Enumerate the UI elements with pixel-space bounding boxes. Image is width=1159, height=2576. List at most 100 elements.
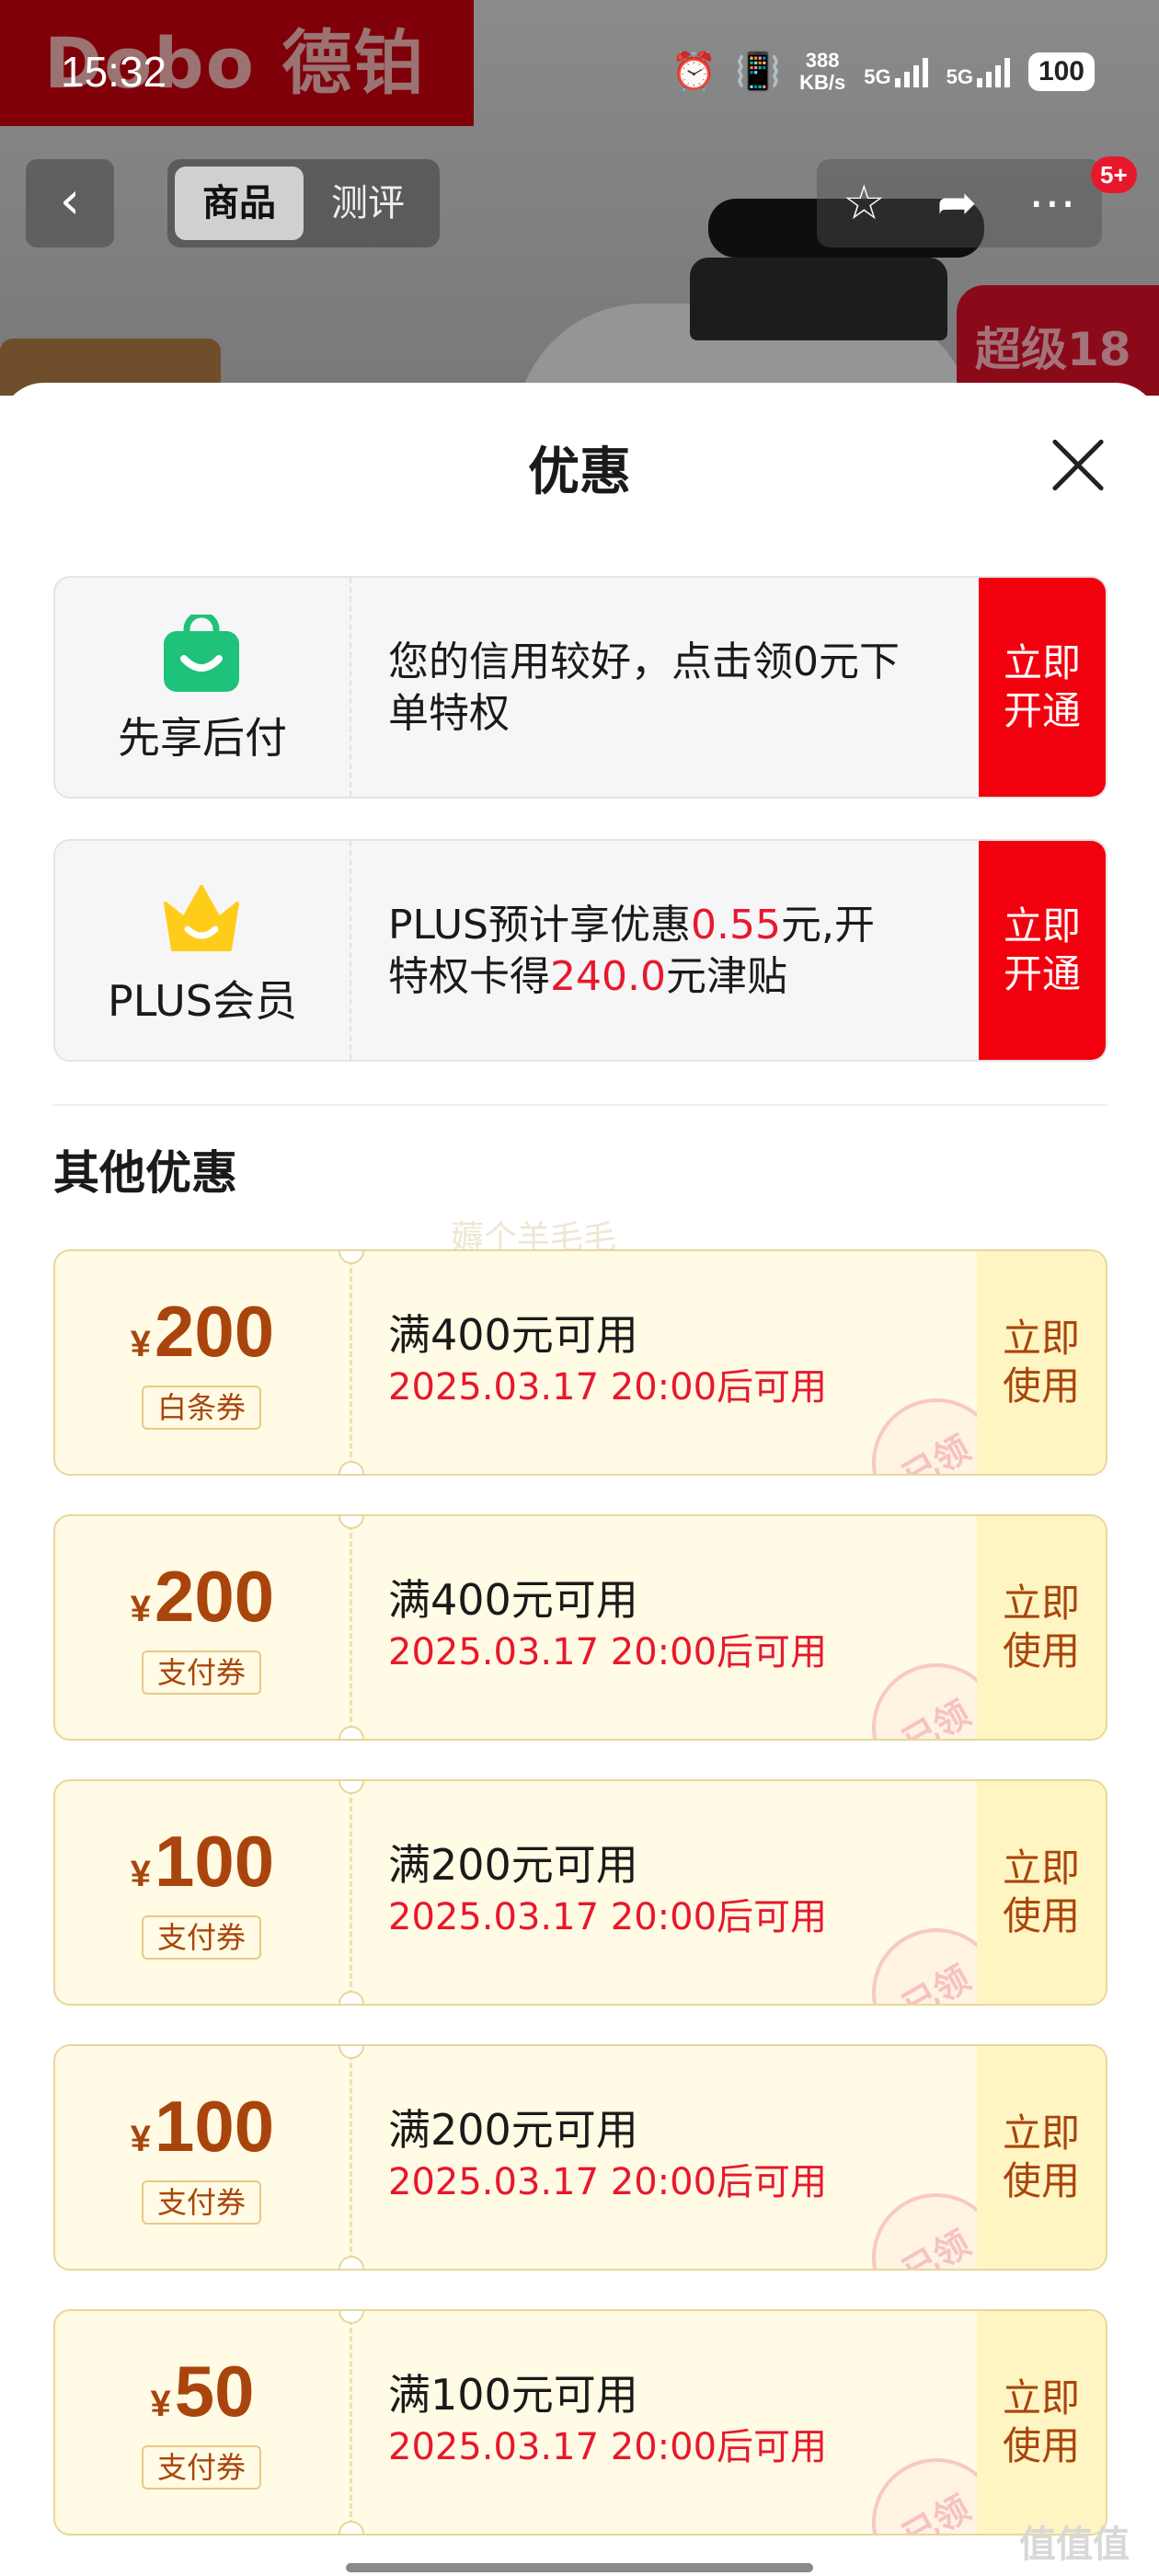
coupon-value: 50 (174, 2351, 255, 2432)
activate-button[interactable]: 立即开通 (979, 841, 1106, 1060)
use-label: 立即使用 (1003, 2375, 1081, 2468)
service-desc: 您的信用较好，点击领0元下单特权 (388, 637, 903, 740)
sheet-title: 优惠 (528, 443, 631, 502)
desc-part: 元津贴 (665, 953, 787, 1000)
product-tabs: 商品 测评 (167, 159, 440, 247)
coupon-valid-time: 2025.03.17 20:00后可用 (388, 1631, 828, 1673)
use-label: 立即使用 (1003, 1846, 1081, 1938)
coupon-valid-time: 2025.03.17 20:00后可用 (388, 1366, 828, 1409)
use-coupon-button[interactable]: 立即使用 (977, 1781, 1106, 2004)
coupon-card[interactable]: ¥200 白条券 满400元可用 2025.03.17 20:00后可用 已领 … (53, 1249, 1107, 1476)
coupon-separator (350, 1251, 352, 1474)
coupon-valid-time: 2025.03.17 20:00后可用 (388, 2426, 828, 2468)
coupon-amount: ¥200 (55, 1292, 350, 1371)
subsidy-amount: 240.0 (550, 953, 666, 1000)
coupon-separator (350, 2311, 352, 2534)
coupon-condition: 满200元可用 (388, 2105, 638, 2155)
coupon-separator (350, 2046, 352, 2269)
discount-sheet: 优惠 先享后付 您的信用较好，点击领0元下单特权 立即开通 PLUS会员 PLU… (0, 383, 1159, 2576)
coupon-notch (339, 2046, 364, 2059)
coupon-value: 100 (155, 1821, 275, 1902)
use-label: 立即使用 (1003, 1316, 1081, 1409)
coupon-type-tag: 支付券 (142, 1650, 261, 1695)
use-coupon-button[interactable]: 立即使用 (977, 2046, 1106, 2269)
service-card-plus[interactable]: PLUS会员 PLUS预计享优惠0.55元,开特权卡得240.0元津贴 立即开通 (53, 839, 1107, 1062)
coupon-notch (339, 1251, 364, 1264)
status-time: 15:32 (61, 48, 167, 96)
alarm-icon: ⏰ (671, 51, 717, 93)
coupon-notch (339, 1726, 364, 1739)
service-name: PLUS会员 (108, 976, 297, 1026)
coupon-notch (339, 1781, 364, 1794)
other-discounts-title: 其他优惠 (53, 1146, 237, 1200)
chevron-left-icon: ‹ (59, 171, 81, 231)
coupon-condition: 满200元可用 (388, 1840, 638, 1890)
divider (53, 1104, 1107, 1106)
currency-symbol: ¥ (130, 1324, 152, 1364)
service-desc: PLUS预计享优惠0.55元,开特权卡得240.0元津贴 (388, 900, 903, 1003)
service-desc-text: 您的信用较好，点击领0元下单特权 (388, 638, 900, 737)
service-brand: 先享后付 (55, 578, 351, 797)
crown-icon (164, 885, 239, 951)
use-coupon-button[interactable]: 立即使用 (977, 2311, 1106, 2534)
tab-reviews[interactable]: 测评 (304, 167, 432, 240)
sim1-label: 5G (864, 65, 891, 88)
sim2-label: 5G (946, 65, 973, 88)
tab-product[interactable]: 商品 (175, 167, 304, 240)
coupon-notch (339, 1461, 364, 1474)
service-card-pay-later[interactable]: 先享后付 您的信用较好，点击领0元下单特权 立即开通 (53, 576, 1107, 799)
coupon-amount: ¥100 (55, 1822, 350, 1901)
coupon-notch (339, 2256, 364, 2269)
use-label: 立即使用 (1003, 1581, 1081, 1673)
coupon-valid-time: 2025.03.17 20:00后可用 (388, 1896, 828, 1938)
coupon-amount: ¥50 (55, 2352, 350, 2431)
discount-amount: 0.55 (691, 902, 781, 949)
coupon-amount: ¥200 (55, 1557, 350, 1636)
activate-button[interactable]: 立即开通 (979, 578, 1106, 797)
signal-sim1: 5G (864, 56, 928, 88)
coupon-notch (339, 1991, 364, 2004)
vibrate-icon: 📳 (735, 51, 782, 93)
status-bar: 15:32 ⏰ 📳 388 KB/s 5G 5G 100 (0, 0, 1159, 138)
share-icon[interactable]: ➦ (937, 176, 978, 231)
more-icon[interactable]: ⋯ (1028, 176, 1076, 231)
watermark-logo: 值值值 (1019, 2524, 1130, 2566)
net-speed-unit: KB/s (799, 71, 846, 94)
battery-icon: 100 (1027, 52, 1095, 91)
service-brand: PLUS会员 (55, 841, 351, 1060)
coupon-value: 100 (155, 2086, 275, 2167)
coupon-separator (350, 1516, 352, 1739)
back-button[interactable]: ‹ (26, 159, 114, 247)
coupon-type-tag: 白条券 (142, 1386, 261, 1430)
coupon-valid-time: 2025.03.17 20:00后可用 (388, 2161, 828, 2203)
desc-part: PLUS预计享优惠 (388, 902, 691, 949)
coupon-card[interactable]: ¥100 支付券 满200元可用 2025.03.17 20:00后可用 已领 … (53, 2044, 1107, 2271)
star-icon[interactable]: ☆ (843, 176, 886, 231)
currency-symbol: ¥ (130, 2119, 152, 2159)
coupon-condition: 满400元可用 (388, 1575, 638, 1625)
currency-symbol: ¥ (150, 2384, 171, 2424)
home-indicator[interactable] (346, 2563, 813, 2572)
activate-label: 立即开通 (1004, 903, 1082, 996)
coupon-condition: 满400元可用 (388, 1310, 638, 1360)
net-speed-value: 388 (805, 49, 840, 72)
signal-bars-icon (976, 56, 1010, 87)
coupon-notch (339, 2521, 364, 2534)
coupon-amount: ¥100 (55, 2087, 350, 2166)
coupon-type-tag: 支付券 (142, 1915, 261, 1960)
coupon-notch (339, 2311, 364, 2324)
currency-symbol: ¥ (130, 1589, 152, 1629)
use-coupon-button[interactable]: 立即使用 (977, 1516, 1106, 1739)
close-icon[interactable] (1049, 436, 1107, 495)
signal-sim2: 5G (947, 56, 1010, 87)
use-coupon-button[interactable]: 立即使用 (977, 1251, 1106, 1474)
message-badge: 5+ (1091, 156, 1137, 193)
coupon-value: 200 (155, 1291, 275, 1372)
coupon-card[interactable]: ¥100 支付券 满200元可用 2025.03.17 20:00后可用 已领 … (53, 1779, 1107, 2006)
currency-symbol: ¥ (130, 1854, 152, 1894)
coupon-type-tag: 支付券 (142, 2180, 261, 2225)
coupon-card[interactable]: ¥50 支付券 满100元可用 2025.03.17 20:00后可用 已领 立… (53, 2309, 1107, 2536)
coupon-card[interactable]: ¥200 支付券 满400元可用 2025.03.17 20:00后可用 已领 … (53, 1514, 1107, 1741)
signal-bars-icon (894, 56, 928, 87)
coupon-separator (350, 1781, 352, 2004)
